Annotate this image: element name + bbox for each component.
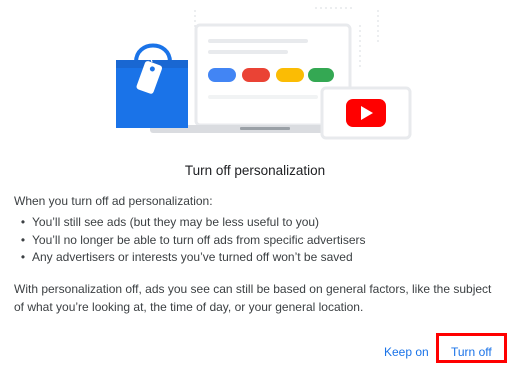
consequences-list: • You’ll still see ads (but they may be l…: [14, 214, 366, 267]
pill-blue: [208, 68, 236, 82]
list-item: • You’ll no longer be able to turn off ad…: [14, 232, 366, 250]
bullet-dot: •: [20, 250, 26, 264]
pill-green: [308, 68, 334, 82]
keep-on-button[interactable]: Keep on: [384, 340, 429, 364]
shopping-bag-icon: [116, 43, 188, 128]
list-item-text: You’ll still see ads (but they may be le…: [32, 215, 320, 229]
list-item: • Any advertisers or interests you’ve tur…: [14, 249, 366, 267]
list-item-text: Any advertisers or interests you’ve turn…: [32, 250, 353, 264]
intro-text: When you turn off ad personalization:: [14, 194, 213, 208]
bullet-dot: •: [20, 215, 26, 229]
explanation-paragraph: With personalization off, ads you see ca…: [14, 282, 492, 314]
list-item-text: You’ll no longer be able to turn off ads…: [32, 232, 366, 247]
illustration-svg: [116, 7, 412, 140]
pill-red: [242, 68, 270, 82]
dialog-title: Turn off personalization: [184, 163, 326, 178]
pill-yellow: [276, 68, 304, 82]
list-item: • You’ll still see ads (but they may be l…: [14, 214, 366, 232]
hero-illustration: [0, 0, 510, 140]
bullet-dot: •: [20, 232, 26, 247]
youtube-icon: [320, 86, 412, 140]
highlight-box: [436, 333, 507, 363]
